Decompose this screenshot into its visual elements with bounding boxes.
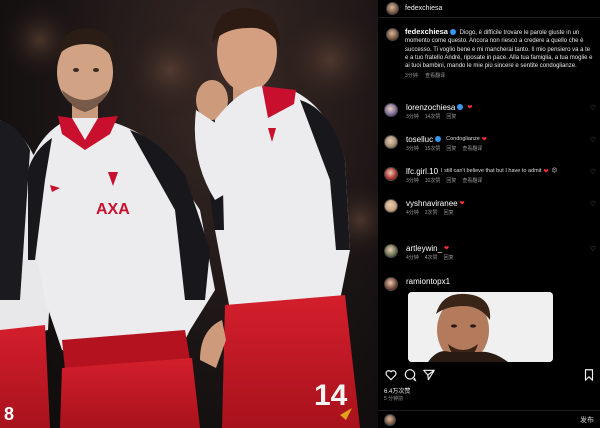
- comment-time: 4分钟: [406, 255, 419, 261]
- commenter-username[interactable]: artleywin_: [406, 244, 442, 253]
- reply-link[interactable]: 回复: [446, 178, 456, 184]
- post-time: 5 分钟前: [384, 396, 404, 402]
- caption-avatar[interactable]: [386, 28, 399, 41]
- author-username[interactable]: fedexchiesa: [405, 5, 442, 12]
- reply-link[interactable]: 回复: [444, 255, 454, 261]
- sponsor-logo: AXA: [96, 201, 130, 218]
- comment-row: lfc.girl.10 I still can't believe that bu…: [384, 166, 596, 190]
- commenter-avatar[interactable]: [384, 135, 398, 149]
- red-heart-icon: ❤: [543, 168, 549, 175]
- post-photo: 8 AXA 14: [0, 0, 378, 428]
- heart-small-icon[interactable]: ♡: [590, 200, 596, 208]
- commenter-username[interactable]: lorenzochiesa: [406, 103, 455, 112]
- commenter-username[interactable]: vyshnaviranee: [406, 199, 458, 208]
- comment-time: 3分钟: [406, 146, 419, 152]
- photo-illustration: 8 AXA 14: [0, 0, 378, 428]
- red-heart-icon: ❤: [444, 245, 450, 252]
- reply-link[interactable]: 回复: [446, 146, 456, 152]
- likes-count[interactable]: 6.4万次赞: [384, 386, 410, 395]
- comment-likes[interactable]: 10次赞: [425, 178, 441, 184]
- comment-row: vyshnaviranee ❤ 4分钟 2次赞 回复 ♡: [384, 198, 596, 222]
- commenter-username[interactable]: toselluc: [406, 135, 433, 144]
- reaction-image-illustration: [408, 292, 553, 362]
- heart-outline-icon[interactable]: [384, 368, 398, 382]
- verified-icon: [435, 136, 442, 142]
- comment-likes[interactable]: 15次赞: [425, 146, 441, 152]
- jersey-number: 14: [314, 379, 348, 412]
- comment-likes[interactable]: 2次赞: [425, 210, 438, 216]
- verified-icon: [449, 29, 456, 36]
- heart-small-icon[interactable]: ♡: [590, 168, 596, 176]
- post-caption: fedexchiesa Diogo, è difficile trovare l…: [386, 27, 596, 81]
- commenter-username[interactable]: lfc.girl.10: [406, 167, 438, 176]
- commenter-avatar[interactable]: [384, 277, 398, 291]
- reply-link[interactable]: 回复: [444, 210, 454, 216]
- comment-time: 3分钟: [406, 114, 419, 120]
- commenter-username[interactable]: ramiontopx1: [406, 277, 450, 286]
- red-heart-icon: ❤: [467, 104, 473, 111]
- comment-text: Condoglianze: [446, 136, 480, 142]
- heart-small-icon[interactable]: ♡: [590, 136, 596, 144]
- commenter-avatar[interactable]: [384, 244, 398, 258]
- commenter-avatar[interactable]: [384, 167, 398, 181]
- emoji: 😊: [551, 168, 558, 174]
- comment-icon[interactable]: [403, 368, 417, 382]
- reply-link[interactable]: 回复: [446, 114, 456, 120]
- viewer-avatar: [384, 413, 396, 426]
- caption-username[interactable]: fedexchiesa: [405, 27, 448, 36]
- red-heart-icon: ❤: [459, 200, 465, 207]
- comment-row: artleywin_ ❤ 4分钟 4次赞 回复 ♡: [384, 243, 596, 267]
- comment-composer: 发布: [378, 410, 600, 428]
- red-heart-icon: ❤: [481, 136, 487, 143]
- left-player-number: 8: [4, 404, 14, 424]
- translate-link[interactable]: 查看翻译: [462, 178, 482, 184]
- comment-input[interactable]: [402, 416, 552, 423]
- comment-likes[interactable]: 4次赞: [425, 255, 438, 261]
- bookmark-icon[interactable]: [582, 368, 596, 382]
- comment-row: lorenzochiesa ❤ 3分钟 14次赞 回复 ♡: [384, 102, 596, 126]
- author-avatar[interactable]: [386, 2, 399, 15]
- comment-row: toselluc Condoglianze ❤ 3分钟 15次赞 回复 查看翻译 ♡: [384, 134, 596, 158]
- translate-link[interactable]: 查看翻译: [462, 146, 482, 152]
- caption-translate-link[interactable]: 查看翻译: [425, 73, 445, 79]
- comment-text: I still can't believe that but I have to…: [441, 168, 542, 174]
- post-actions: [384, 368, 596, 382]
- comment-time: 3分钟: [406, 178, 419, 184]
- verified-icon: [457, 104, 464, 110]
- heart-small-icon[interactable]: ♡: [590, 245, 596, 253]
- comment-likes[interactable]: 14次赞: [425, 114, 441, 120]
- send-icon[interactable]: [422, 368, 436, 382]
- comment-time: 4分钟: [406, 210, 419, 216]
- comment-image[interactable]: [408, 292, 553, 362]
- post-comment-button[interactable]: 发布: [580, 415, 594, 425]
- heart-small-icon[interactable]: ♡: [590, 104, 596, 112]
- commenter-avatar[interactable]: [384, 199, 398, 213]
- commenter-avatar[interactable]: [384, 103, 398, 117]
- caption-time: 3分钟: [405, 73, 418, 80]
- post-header: fedexchiesa: [378, 0, 600, 18]
